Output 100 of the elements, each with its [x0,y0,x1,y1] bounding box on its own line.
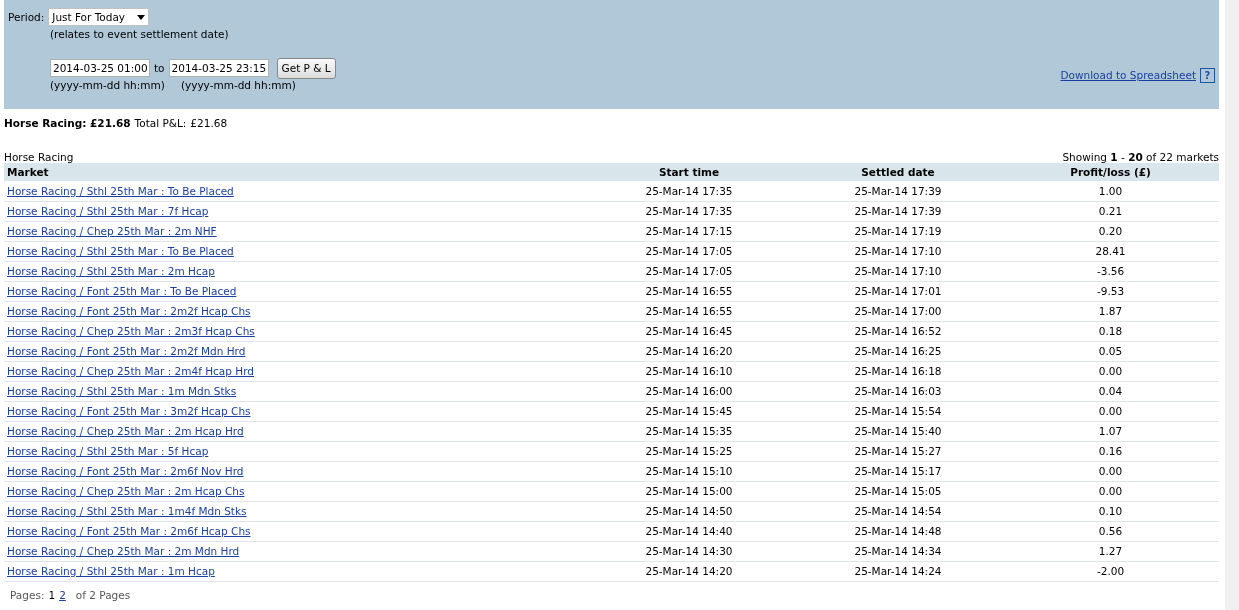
period-label: Period: [8,10,45,24]
table-cell: 0.56 [1002,521,1219,542]
market-link[interactable]: Horse Racing / Font 25th Mar : 2m2f Mdn Hrd [7,344,246,357]
table-cell: 25-Mar-14 16:03 [794,381,1002,402]
table-cell: 25-Mar-14 16:55 [584,301,794,322]
table-cell: 25-Mar-14 17:01 [794,281,1002,302]
table-cell: 25-Mar-14 17:39 [794,181,1002,202]
sport-total: Horse Racing: £21.68 [4,117,131,130]
table-cell: 25-Mar-14 14:30 [584,541,794,562]
market-link[interactable]: Horse Racing / Font 25th Mar : To Be Placed [7,284,237,297]
page-link[interactable]: 2 [59,588,66,602]
table-cell: 25-Mar-14 14:54 [794,501,1002,522]
table-cell: 25-Mar-14 14:34 [794,541,1002,562]
table-cell: 0.20 [1002,221,1219,242]
market-link[interactable]: Horse Racing / Chep 25th Mar : 2m4f Hcap Hrd [7,364,254,377]
market-link[interactable]: Horse Racing / Sthl 25th Mar : To Be Placed [7,244,234,257]
table-cell: 25-Mar-14 15:05 [794,481,1002,502]
table-cell: 25-Mar-14 15:10 [584,461,794,482]
table-cell: -9.53 [1002,281,1219,302]
market-link[interactable]: Horse Racing / Chep 25th Mar : 2m NHF [7,224,217,237]
table-cell: 25-Mar-14 16:55 [584,281,794,302]
table-cell: 0.16 [1002,441,1219,462]
table-cell: 1.07 [1002,421,1219,442]
market-link[interactable]: Horse Racing / Sthl 25th Mar : 5f Hcap [7,444,209,457]
table-cell: 25-Mar-14 15:35 [584,421,794,442]
table-cell: -2.00 [1002,561,1219,582]
table-cell: -3.56 [1002,261,1219,282]
table-cell: 0.04 [1002,381,1219,402]
column-header: Settled date [794,163,1002,182]
date-format-hint: (yyyy-mm-dd hh:mm) [180,78,296,92]
market-link[interactable]: Horse Racing / Font 25th Mar : 3m2f Hcap Chs [7,404,251,417]
total-value: £21.68 [190,117,228,130]
period-note: (relates to event settlement date) [50,28,230,41]
table-cell: 1.27 [1002,541,1219,562]
table-cell: 25-Mar-14 16:45 [584,321,794,342]
help-button[interactable]: ? [1200,68,1215,83]
market-link[interactable]: Horse Racing / Font 25th Mar : 2m6f Hcap Chs [7,524,251,537]
market-link[interactable]: Horse Racing / Chep 25th Mar : 2m Hcap Hrd [7,424,244,437]
table-cell: 25-Mar-14 15:40 [794,421,1002,442]
pages-total: of 2 Pages [75,588,131,602]
date-from-field[interactable]: 2014-03-25 01:00 [50,59,150,78]
table-cell: 25-Mar-14 16:52 [794,321,1002,342]
table-cell: 25-Mar-14 14:48 [794,521,1002,542]
market-link[interactable]: Horse Racing / Chep 25th Mar : 2m Mdn Hrd [7,544,240,557]
table-cell: 1.00 [1002,181,1219,202]
market-link[interactable]: Horse Racing / Sthl 25th Mar : 1m Hcap [7,564,215,577]
table-cell: 25-Mar-14 17:35 [584,201,794,222]
table-cell: 25-Mar-14 17:00 [794,301,1002,322]
table-cell: 25-Mar-14 16:18 [794,361,1002,382]
get-pl-button[interactable]: Get P & L [276,57,336,79]
showing-count: Showing 1 - 20 of 22 markets [1062,150,1219,164]
table-cell: 25-Mar-14 16:20 [584,341,794,362]
table-cell: 25-Mar-14 17:39 [794,201,1002,222]
download-link[interactable]: Download to Spreadsheet [1060,69,1196,82]
table-caption: Horse Racing [4,150,74,164]
table-cell: 25-Mar-14 15:27 [794,441,1002,462]
table-cell: 0.21 [1002,201,1219,222]
table-cell: 25-Mar-14 17:10 [794,241,1002,262]
table-cell: 25-Mar-14 17:10 [794,261,1002,282]
table-cell: 25-Mar-14 15:54 [794,401,1002,422]
table-cell: 0.00 [1002,481,1219,502]
market-link[interactable]: Horse Racing / Sthl 25th Mar : To Be Placed [7,184,234,197]
table-cell: 25-Mar-14 17:05 [584,241,794,262]
table-cell: 25-Mar-14 16:00 [584,381,794,402]
market-link[interactable]: Horse Racing / Font 25th Mar : 2m6f Nov Hrd [7,464,244,477]
caret-icon [137,14,146,20]
market-link[interactable]: Horse Racing / Chep 25th Mar : 2m Hcap Chs [7,484,245,497]
table-cell: 25-Mar-14 14:20 [584,561,794,582]
table-cell: 25-Mar-14 17:05 [584,261,794,282]
column-header: Profit/loss (£) [1002,163,1219,182]
table-cell: 25-Mar-14 14:24 [794,561,1002,582]
period-dropdown[interactable]: Just For Today [48,8,150,26]
table-cell: 0.18 [1002,321,1219,342]
table-cell: 0.00 [1002,361,1219,382]
table-cell: 0.00 [1002,401,1219,422]
pages-label: Pages: [10,588,45,602]
table-cell: 25-Mar-14 17:15 [584,221,794,242]
total-label: Total P&L: [134,117,187,130]
current-page: 1 [48,588,56,602]
to-label: to [154,61,165,75]
table-cell: 25-Mar-14 14:50 [584,501,794,522]
market-link[interactable]: Horse Racing / Sthl 25th Mar : 1m4f Mdn Stks [7,504,247,517]
table-cell: 28.41 [1002,241,1219,262]
market-link[interactable]: Horse Racing / Chep 25th Mar : 2m3f Hcap Chs [7,324,255,337]
table-cell: 25-Mar-14 15:25 [584,441,794,462]
table-cell: 0.00 [1002,461,1219,482]
table-cell: 25-Mar-14 15:17 [794,461,1002,482]
market-link[interactable]: Horse Racing / Sthl 25th Mar : 1m Mdn Stks [7,384,237,397]
table-cell: 25-Mar-14 14:40 [584,521,794,542]
table-cell: 25-Mar-14 15:45 [584,401,794,422]
market-link[interactable]: Horse Racing / Font 25th Mar : 2m2f Hcap Chs [7,304,251,317]
table-cell: 25-Mar-14 15:00 [584,481,794,502]
date-to-field[interactable]: 2014-03-25 23:15 [168,59,269,78]
table-cell: 25-Mar-14 17:19 [794,221,1002,242]
market-link[interactable]: Horse Racing / Sthl 25th Mar : 7f Hcap [7,204,209,217]
table-cell: 0.10 [1002,501,1219,522]
market-link[interactable]: Horse Racing / Sthl 25th Mar : 2m Hcap [7,264,215,277]
column-header: Market [4,163,584,182]
table-cell: 25-Mar-14 16:10 [584,361,794,382]
column-header: Start time [584,163,794,182]
